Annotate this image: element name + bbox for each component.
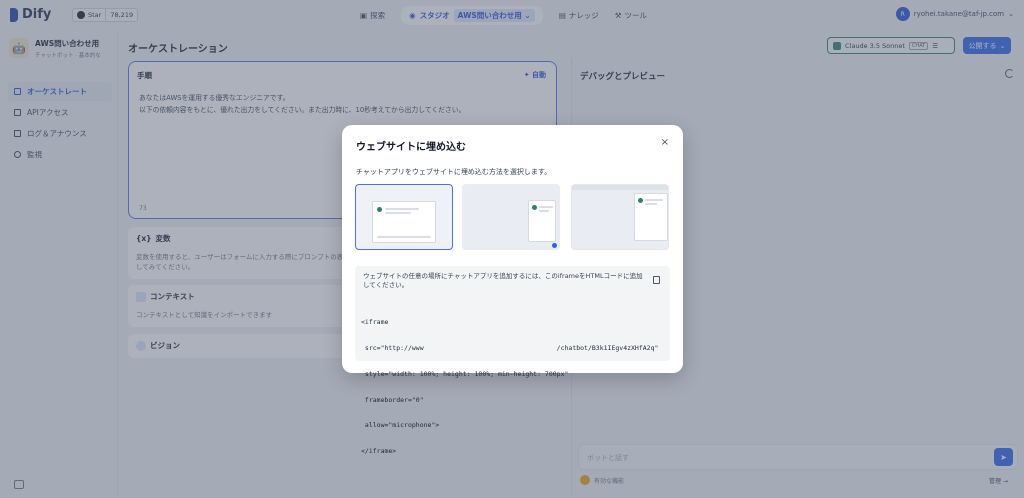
bot-avatar-icon xyxy=(638,198,643,203)
embed-option-iframe[interactable] xyxy=(355,184,453,250)
preview-window xyxy=(528,200,556,242)
close-icon[interactable]: × xyxy=(661,137,669,148)
embed-code[interactable]: <iframe src="http://www /chatbot/B3k1IEg… xyxy=(361,301,658,473)
modal-subtitle: チャットアプリをウェブサイトに埋め込む方法を選択します。 xyxy=(356,168,552,176)
preview-line xyxy=(539,210,549,212)
preview-line xyxy=(645,203,657,205)
preview-window xyxy=(634,193,668,241)
code-line: allow="microphone"> xyxy=(361,421,440,430)
preview-line xyxy=(645,199,663,201)
bot-avatar-icon xyxy=(532,205,537,210)
code-line: <iframe xyxy=(361,318,389,327)
preview-line xyxy=(385,208,419,210)
preview-line xyxy=(539,206,553,208)
embed-option-script-bubble[interactable] xyxy=(462,184,560,250)
preview-window xyxy=(372,201,436,243)
embed-code-box: ウェブサイトの任意の場所にチャットアプリを追加するには、このiframeをHTM… xyxy=(355,266,670,455)
copy-icon[interactable] xyxy=(653,276,660,284)
bot-avatar-icon xyxy=(377,207,382,212)
embed-option-extension[interactable] xyxy=(571,184,669,250)
modal-title: ウェブサイトに埋め込む xyxy=(356,142,466,153)
preview-line xyxy=(377,236,431,238)
browser-bar xyxy=(572,185,668,190)
code-line: frameborder="0" xyxy=(361,395,424,404)
code-line: style="width: 100%; height: 100%; min-he… xyxy=(361,369,569,378)
code-line: </iframe> xyxy=(361,447,397,456)
chat-bubble-icon xyxy=(552,243,557,248)
preview-line xyxy=(385,212,411,214)
code-line: src="http://www /chatbot/B3k1IEgv4zXHfA2… xyxy=(361,343,659,352)
embed-modal: ウェブサイトに埋め込む × チャットアプリをウェブサイトに埋め込む方法を選択しま… xyxy=(342,125,683,455)
embed-code-description: ウェブサイトの任意の場所にチャットアプリを追加するには、このiframeをHTM… xyxy=(363,272,643,289)
